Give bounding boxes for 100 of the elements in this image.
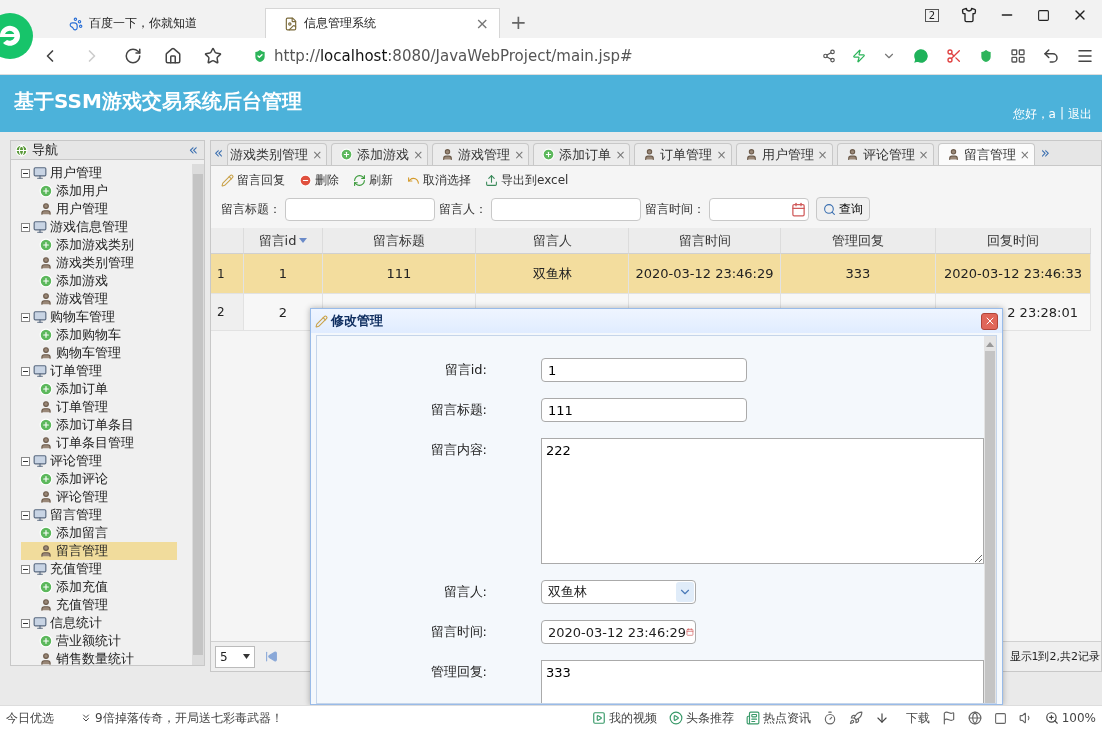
expand-toggle-icon[interactable] [21, 564, 30, 574]
tree-item[interactable]: 添加充值 [21, 578, 177, 596]
text-field[interactable]: 111 [541, 398, 747, 422]
tree-group[interactable]: 信息统计 [21, 614, 188, 632]
shield-icon[interactable] [978, 48, 994, 64]
globe-icon[interactable] [967, 711, 982, 725]
column-header[interactable]: 留言标题 [323, 228, 476, 254]
page-tab[interactable]: 添加订单 × [533, 143, 631, 165]
status-link[interactable]: 头条推荐 [668, 709, 734, 727]
status-link[interactable]: 我的视频 [591, 709, 657, 727]
tree-group[interactable]: 评论管理 [21, 452, 188, 470]
toolbar-button[interactable]: 导出到excel [485, 171, 569, 189]
tree-item[interactable]: 评论管理 [21, 488, 177, 506]
tree-item[interactable]: 营业额统计 [21, 632, 177, 650]
share-icon[interactable] [822, 49, 836, 63]
date-field[interactable] [709, 197, 809, 221]
date-field[interactable]: 2020-03-12 23:46:29 [541, 620, 696, 644]
tree-item[interactable]: 订单管理 [21, 398, 177, 416]
expand-toggle-icon[interactable] [21, 456, 30, 466]
column-header[interactable]: 管理回复 [781, 228, 936, 254]
tree-item[interactable]: 用户管理 [21, 200, 177, 218]
grid-icon[interactable] [1010, 48, 1026, 64]
expand-toggle-icon[interactable] [21, 510, 30, 520]
toolbar-button[interactable]: 删除 [299, 171, 339, 189]
browser-tab[interactable]: 百度一下，你就知道 [50, 8, 265, 38]
page-size-select[interactable]: 5 [215, 645, 255, 668]
tree-item[interactable]: 添加用户 [21, 182, 177, 200]
tree-group[interactable]: 用户管理 [21, 164, 188, 182]
toolbar-button[interactable]: 刷新 [353, 171, 393, 189]
maximize-icon[interactable] [1037, 8, 1050, 22]
text-area[interactable]: 333 [541, 660, 984, 703]
search-field[interactable] [491, 197, 641, 221]
tree-item[interactable]: 游戏类别管理 [21, 254, 177, 272]
column-header[interactable]: 留言人 [476, 228, 629, 254]
status-link[interactable]: 热点资讯 [745, 709, 811, 727]
toolbar-button[interactable]: 取消选择 [407, 171, 471, 189]
refresh-icon[interactable] [124, 47, 142, 65]
expand-toggle-icon[interactable] [21, 312, 30, 322]
tree-item[interactable]: 添加订单条目 [21, 416, 177, 434]
tree-item[interactable]: 游戏管理 [21, 290, 177, 308]
search-button[interactable]: 查询 [816, 197, 870, 221]
expand-toggle-icon[interactable] [21, 168, 30, 178]
tree-item[interactable]: 添加评论 [21, 470, 177, 488]
address-field[interactable]: http://localhost:8080/JavaWebProject/main.jsp# [274, 47, 633, 65]
page-tab[interactable]: 留言管理 × [937, 143, 1035, 165]
text-field[interactable]: 1 [541, 358, 747, 382]
tree-group[interactable]: 订单管理 [21, 362, 188, 380]
select-field[interactable]: 双鱼林 [541, 580, 696, 604]
home-icon[interactable] [164, 47, 182, 65]
page-tab[interactable]: 订单管理 × [634, 143, 732, 165]
news-link[interactable]: 9倍掉落传奇，开局送七彩毒武器！ [80, 709, 283, 727]
tree-item[interactable]: 留言管理 [21, 542, 177, 560]
scrollbar[interactable] [192, 164, 204, 665]
collapse-button[interactable]: « [188, 142, 198, 158]
undo-icon[interactable] [1042, 47, 1060, 65]
tree-item[interactable]: 充值管理 [21, 596, 177, 614]
chat-icon[interactable] [912, 47, 930, 65]
column-header[interactable]: 回复时间 [936, 228, 1091, 254]
tree-item[interactable]: 添加游戏 [21, 272, 177, 290]
expand-toggle-icon[interactable] [21, 618, 30, 628]
column-header[interactable]: 留言id [244, 228, 323, 254]
scrollbar[interactable] [984, 336, 996, 703]
close-button[interactable] [981, 312, 998, 330]
timer-icon[interactable] [822, 711, 837, 725]
zoom-control[interactable]: 100% [1044, 711, 1096, 725]
scroll-right-button[interactable]: » [1040, 145, 1050, 161]
toolbar-button[interactable]: 留言回复 [221, 171, 285, 189]
rocket-icon[interactable] [848, 711, 863, 725]
tree-item[interactable]: 销售数量统计 [21, 650, 177, 668]
page-tab[interactable]: 添加游戏 × [331, 143, 429, 165]
new-tab-button[interactable]: + [500, 10, 537, 38]
expand-toggle-icon[interactable] [21, 366, 30, 376]
expand-toggle-icon[interactable] [21, 222, 30, 232]
download-link[interactable]: 下载 [874, 709, 930, 727]
shirt-icon[interactable] [961, 7, 977, 23]
browser-tab[interactable]: 信息管理系统 × [265, 8, 500, 38]
tree-group[interactable]: 游戏信息管理 [21, 218, 188, 236]
tree-item[interactable]: 添加购物车 [21, 326, 177, 344]
column-header[interactable]: 留言时间 [629, 228, 781, 254]
window-icon[interactable] [993, 711, 1007, 725]
tree-group[interactable]: 留言管理 [21, 506, 188, 524]
tree-item[interactable]: 添加订单 [21, 380, 177, 398]
tree-item[interactable]: 添加游戏类别 [21, 236, 177, 254]
page-tab[interactable]: 评论管理 × [836, 143, 934, 165]
lightning-icon[interactable] [852, 49, 866, 63]
tab-count-badge[interactable]: 2 [924, 8, 939, 22]
tree-group[interactable]: 充值管理 [21, 560, 188, 578]
text-area[interactable]: 222 [541, 438, 984, 564]
page-tab[interactable]: 游戏类别管理 × [227, 143, 328, 165]
tree-group[interactable]: 购物车管理 [21, 308, 188, 326]
flag-icon[interactable] [941, 711, 956, 725]
scroll-left-button[interactable]: « [214, 145, 224, 161]
scissors-icon[interactable] [946, 48, 962, 64]
page-tab[interactable]: 用户管理 × [735, 143, 833, 165]
tree-item[interactable]: 订单条目管理 [21, 434, 177, 452]
menu-icon[interactable] [1076, 47, 1094, 65]
tree-item[interactable]: 购物车管理 [21, 344, 177, 362]
star-icon[interactable] [204, 47, 222, 65]
tree-item[interactable]: 添加留言 [21, 524, 177, 542]
page-tab[interactable]: 游戏管理 × [432, 143, 530, 165]
